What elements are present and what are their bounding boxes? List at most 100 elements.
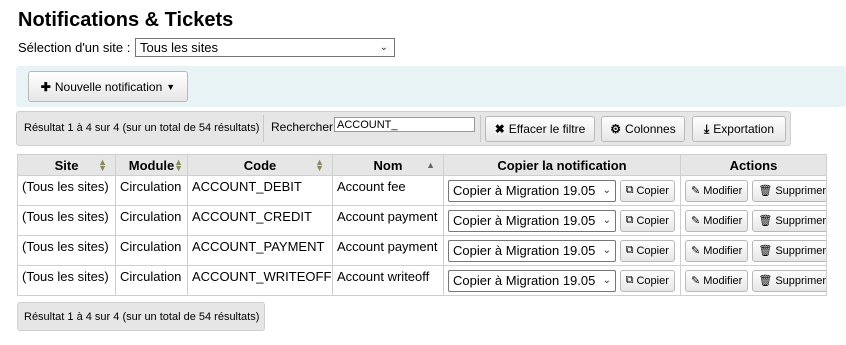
cell-site: (Tous les sites) bbox=[17, 175, 116, 206]
trash-icon: 🗑 bbox=[758, 215, 773, 227]
copy-target-value: Copier à Migration 19.05 bbox=[453, 183, 596, 198]
new-notification-button[interactable]: ✚ Nouvelle notification ▼ bbox=[28, 71, 188, 102]
modify-button[interactable]: ✎ Modifier bbox=[685, 269, 749, 292]
table-header-row: Site ▲ ▼ Module ▲ ▼ Code ▲ ▼ Nom ▲ Copier la no… bbox=[17, 154, 827, 176]
sort-ascending-icon: ▲ bbox=[426, 160, 435, 170]
chevron-down-icon: ⌄ bbox=[379, 42, 388, 53]
delete-label: Supprimer bbox=[775, 184, 827, 197]
export-label: Exportation bbox=[713, 122, 774, 136]
copy-target-select[interactable]: Copier à Migration 19.05 ⌄ bbox=[448, 239, 616, 262]
columns-button[interactable]: ⚙ Colonnes bbox=[601, 116, 685, 142]
cell-actions: ✎ Modifier 🗑 Supprimer bbox=[680, 205, 827, 236]
clear-filter-button[interactable]: ✖ Effacer le filtre bbox=[485, 116, 595, 142]
cell-site: (Tous les sites) bbox=[17, 205, 116, 236]
delete-label: Supprimer bbox=[775, 244, 827, 257]
copy-target-select[interactable]: Copier à Migration 19.05 ⌄ bbox=[448, 209, 616, 232]
copy-label: Copier bbox=[636, 274, 669, 287]
chevron-down-icon: ⌄ bbox=[602, 185, 611, 196]
copy-icon: ⧉ bbox=[625, 184, 634, 196]
copy-label: Copier bbox=[636, 214, 669, 227]
delete-button[interactable]: 🗑 Supprimer bbox=[752, 269, 827, 292]
delete-label: Supprimer bbox=[775, 274, 827, 287]
delete-button[interactable]: 🗑 Supprimer bbox=[752, 179, 827, 202]
delete-button[interactable]: 🗑 Supprimer bbox=[752, 239, 827, 262]
column-header-site[interactable]: Site ▲ ▼ bbox=[17, 154, 116, 176]
copy-label: Copier bbox=[636, 184, 669, 197]
cell-copy: Copier à Migration 19.05 ⌄ ⧉ Copier bbox=[443, 205, 681, 236]
cell-actions: ✎ Modifier 🗑 Supprimer bbox=[680, 175, 827, 206]
table-row: (Tous les sites) Circulation ACCOUNT_DEBIT… bbox=[17, 175, 827, 206]
modify-button[interactable]: ✎ Modifier bbox=[685, 209, 749, 232]
cell-copy: Copier à Migration 19.05 ⌄ ⧉ Copier bbox=[443, 235, 681, 266]
pencil-icon: ✎ bbox=[691, 185, 701, 197]
site-select-value: Tous les sites bbox=[140, 40, 219, 55]
copy-button[interactable]: ⧉ Copier bbox=[619, 209, 675, 232]
column-header-code[interactable]: Code ▲ ▼ bbox=[187, 154, 333, 176]
chevron-down-icon: ⌄ bbox=[602, 245, 611, 256]
copy-target-value: Copier à Migration 19.05 bbox=[453, 243, 596, 258]
copy-target-select[interactable]: Copier à Migration 19.05 ⌄ bbox=[448, 179, 616, 202]
cell-code: ACCOUNT_DEBIT bbox=[187, 175, 333, 206]
cell-name: Account fee bbox=[332, 175, 444, 206]
cell-code: ACCOUNT_WRITEOFF bbox=[187, 265, 333, 296]
cell-name: Account writeoff bbox=[332, 265, 444, 296]
sort-icon: ▲ ▼ bbox=[315, 157, 324, 173]
site-select[interactable]: Tous les sites ⌄ bbox=[135, 38, 395, 57]
modify-button[interactable]: ✎ Modifier bbox=[685, 239, 749, 262]
sort-icon: ▲ ▼ bbox=[98, 157, 107, 173]
copy-button[interactable]: ⧉ Copier bbox=[619, 269, 675, 292]
modify-button[interactable]: ✎ Modifier bbox=[685, 179, 749, 202]
copy-target-select[interactable]: Copier à Migration 19.05 ⌄ bbox=[448, 269, 616, 292]
cell-module: Circulation bbox=[115, 265, 188, 296]
copy-button[interactable]: ⧉ Copier bbox=[619, 239, 675, 262]
cell-site: (Tous les sites) bbox=[17, 265, 116, 296]
new-notification-label: Nouvelle notification bbox=[54, 79, 163, 94]
site-filter-label: Sélection d'un site : bbox=[18, 40, 131, 55]
modify-label: Modifier bbox=[703, 184, 743, 197]
chevron-down-icon: ⌄ bbox=[602, 275, 611, 286]
pencil-icon: ✎ bbox=[691, 275, 701, 287]
cell-module: Circulation bbox=[115, 205, 188, 236]
copy-icon: ⧉ bbox=[625, 274, 634, 286]
footer-results-info: Résultat 1 à 4 sur 4 (sur un total de 54… bbox=[24, 311, 260, 323]
cell-name: Account payment bbox=[332, 235, 444, 266]
gear-icon: ⚙ bbox=[610, 122, 622, 136]
trash-icon: 🗑 bbox=[758, 275, 773, 287]
pencil-icon: ✎ bbox=[691, 245, 701, 257]
divider bbox=[480, 115, 481, 142]
column-header-name[interactable]: Nom ▲ bbox=[332, 154, 444, 176]
page-title: Notifications & Tickets bbox=[18, 9, 234, 31]
cell-site: (Tous les sites) bbox=[17, 235, 116, 266]
modify-label: Modifier bbox=[703, 274, 743, 287]
trash-icon: 🗑 bbox=[758, 185, 773, 197]
table-row: (Tous les sites) Circulation ACCOUNT_WRITE… bbox=[17, 265, 827, 296]
divider bbox=[263, 115, 264, 142]
caret-down-icon: ▼ bbox=[166, 81, 176, 92]
column-header-copy: Copier la notification bbox=[443, 154, 681, 176]
export-button[interactable]: ⤓ Exportation bbox=[692, 116, 786, 142]
copy-icon: ⧉ bbox=[625, 244, 634, 256]
search-label: Rechercher : bbox=[271, 120, 340, 134]
copy-target-value: Copier à Migration 19.05 bbox=[453, 273, 596, 288]
cell-actions: ✎ Modifier 🗑 Supprimer bbox=[680, 265, 827, 296]
columns-label: Colonnes bbox=[625, 122, 676, 136]
search-input[interactable]: ACCOUNT_ bbox=[334, 117, 475, 132]
delete-button[interactable]: 🗑 Supprimer bbox=[752, 209, 827, 232]
cell-copy: Copier à Migration 19.05 ⌄ ⧉ Copier bbox=[443, 265, 681, 296]
modify-label: Modifier bbox=[703, 214, 743, 227]
delete-label: Supprimer bbox=[775, 214, 827, 227]
table-row: (Tous les sites) Circulation ACCOUNT_PAYME… bbox=[17, 235, 827, 266]
results-info: Résultat 1 à 4 sur 4 (sur un total de 54… bbox=[24, 122, 260, 134]
cell-module: Circulation bbox=[115, 235, 188, 266]
cell-code: ACCOUNT_PAYMENT bbox=[187, 235, 333, 266]
copy-button[interactable]: ⧉ Copier bbox=[619, 179, 675, 202]
download-icon: ⤓ bbox=[703, 121, 710, 136]
modify-label: Modifier bbox=[703, 244, 743, 257]
plus-icon: ✚ bbox=[40, 79, 51, 94]
column-header-module[interactable]: Module ▲ ▼ bbox=[115, 154, 188, 176]
cell-actions: ✎ Modifier 🗑 Supprimer bbox=[680, 235, 827, 266]
cell-code: ACCOUNT_CREDIT bbox=[187, 205, 333, 236]
chevron-down-icon: ⌄ bbox=[602, 215, 611, 226]
close-icon: ✖ bbox=[494, 122, 505, 136]
copy-icon: ⧉ bbox=[625, 214, 634, 226]
